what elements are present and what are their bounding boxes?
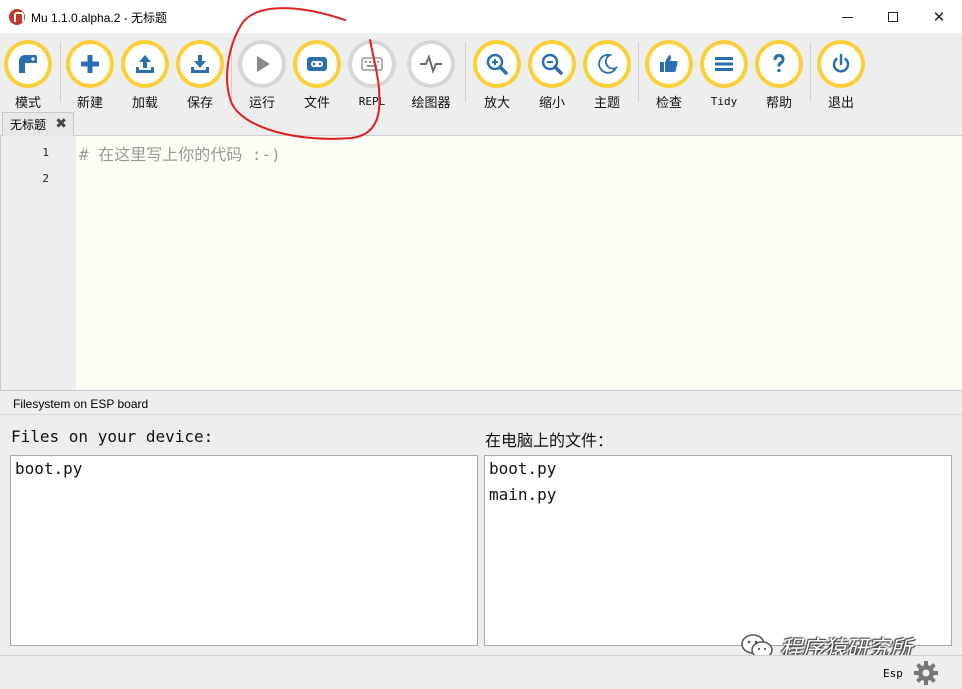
- load-label: 加载: [131, 96, 158, 111]
- close-button[interactable]: ✕: [916, 0, 962, 34]
- minimize-button[interactable]: [824, 0, 870, 34]
- run-label: 运行: [248, 96, 275, 111]
- thumbs-up-icon: [660, 55, 678, 72]
- maximize-button[interactable]: [870, 0, 916, 34]
- mode-label: 模式: [14, 96, 41, 111]
- new-button[interactable]: 新建: [62, 38, 118, 111]
- device-icon: [307, 57, 327, 71]
- toolbar-separator: [638, 42, 639, 102]
- code-editor[interactable]: 1 2 # 在这里写上你的代码 :-): [0, 136, 962, 390]
- plotter-button[interactable]: 绘图器: [403, 38, 459, 111]
- tab-untitled[interactable]: 无标题 ✖: [2, 112, 74, 136]
- zoom-in-label: 放大: [483, 96, 510, 111]
- computer-file-item[interactable]: main.py: [489, 485, 556, 504]
- tab-strip: 无标题 ✖: [0, 110, 962, 136]
- code-line: # 在这里写上你的代码 :-): [79, 145, 281, 164]
- keyboard-icon: [361, 57, 383, 71]
- run-button[interactable]: 运行: [234, 38, 290, 111]
- gear-icon: [914, 661, 938, 685]
- zoom-out-label: 缩小: [538, 96, 565, 111]
- load-button[interactable]: 加载: [117, 38, 173, 111]
- repl-button[interactable]: REPL: [344, 38, 400, 108]
- line-number: 1: [42, 146, 49, 159]
- mu-logo-icon: [9, 9, 25, 25]
- line-number: 2: [42, 172, 49, 185]
- toolbar-separator: [231, 42, 232, 102]
- maximize-icon: [888, 12, 898, 22]
- check-label: 检查: [655, 96, 682, 111]
- upload-icon: [136, 55, 154, 73]
- zoom-out-icon: [541, 53, 563, 75]
- lines-icon: [715, 57, 733, 71]
- status-bar: Esp: [0, 655, 962, 689]
- filesystem-pane-title: Filesystem on ESP board: [13, 397, 149, 411]
- settings-button[interactable]: [910, 658, 942, 688]
- toolbar-separator: [60, 42, 61, 102]
- mode-button[interactable]: 模式: [0, 38, 56, 111]
- toolbar-separator: [810, 42, 811, 102]
- title-bar: Mu 1.1.0.alpha.2 - 无标题 ✕: [0, 0, 962, 34]
- zoom-out-button[interactable]: 缩小: [524, 38, 580, 111]
- zoom-in-icon: [486, 53, 508, 75]
- repl-label: REPL: [358, 95, 386, 108]
- device-file-item[interactable]: boot.py: [15, 459, 82, 478]
- zoom-in-button[interactable]: 放大: [469, 38, 525, 111]
- files-label: 文件: [303, 96, 330, 111]
- help-button[interactable]: 帮助: [751, 38, 807, 111]
- close-icon: ✕: [932, 8, 946, 26]
- new-label: 新建: [76, 96, 103, 111]
- computer-files-title: 在电脑上的文件：: [485, 431, 614, 450]
- tidy-button[interactable]: Tidy: [696, 38, 752, 108]
- tab-close-icon[interactable]: ✖: [55, 116, 67, 132]
- minimize-icon: [841, 16, 853, 18]
- moon-icon: [598, 53, 619, 74]
- toolbar: 模式 新建 加载 保存 运行 文件 REPL 绘图器 放大 缩小 主题 检查 T…: [0, 34, 962, 111]
- tidy-label: Tidy: [710, 95, 738, 108]
- tab-label: 无标题: [10, 118, 47, 132]
- mode-indicator[interactable]: Esp: [883, 667, 903, 680]
- power-icon: [832, 53, 850, 73]
- help-label: 帮助: [765, 96, 792, 111]
- plus-icon: [81, 55, 99, 73]
- line-number-gutter: 1 2: [1, 136, 76, 390]
- theme-label: 主题: [593, 96, 620, 111]
- theme-button[interactable]: 主题: [579, 38, 635, 111]
- files-button[interactable]: 文件: [289, 38, 345, 111]
- plotter-label: 绘图器: [411, 96, 451, 111]
- save-button[interactable]: 保存: [172, 38, 228, 111]
- computer-file-list[interactable]: boot.py main.py: [484, 455, 952, 646]
- device-files-title: Files on your device:: [11, 427, 214, 446]
- filesystem-pane: Files on your device: boot.py 在电脑上的文件： b…: [0, 415, 962, 655]
- window-title: Mu 1.1.0.alpha.2 - 无标题: [31, 11, 168, 25]
- device-file-list[interactable]: boot.py: [10, 455, 478, 646]
- quit-button[interactable]: 退出: [813, 38, 869, 111]
- computer-file-item[interactable]: boot.py: [489, 459, 556, 478]
- download-icon: [191, 55, 209, 73]
- filesystem-pane-header: Filesystem on ESP board: [0, 390, 962, 415]
- save-label: 保存: [186, 96, 213, 111]
- play-icon: [257, 56, 270, 72]
- mode-icon: [19, 55, 37, 73]
- question-icon: [773, 53, 785, 72]
- pulse-icon: [420, 54, 442, 74]
- toolbar-separator: [465, 42, 466, 102]
- check-button[interactable]: 检查: [641, 38, 697, 111]
- quit-label: 退出: [827, 96, 854, 111]
